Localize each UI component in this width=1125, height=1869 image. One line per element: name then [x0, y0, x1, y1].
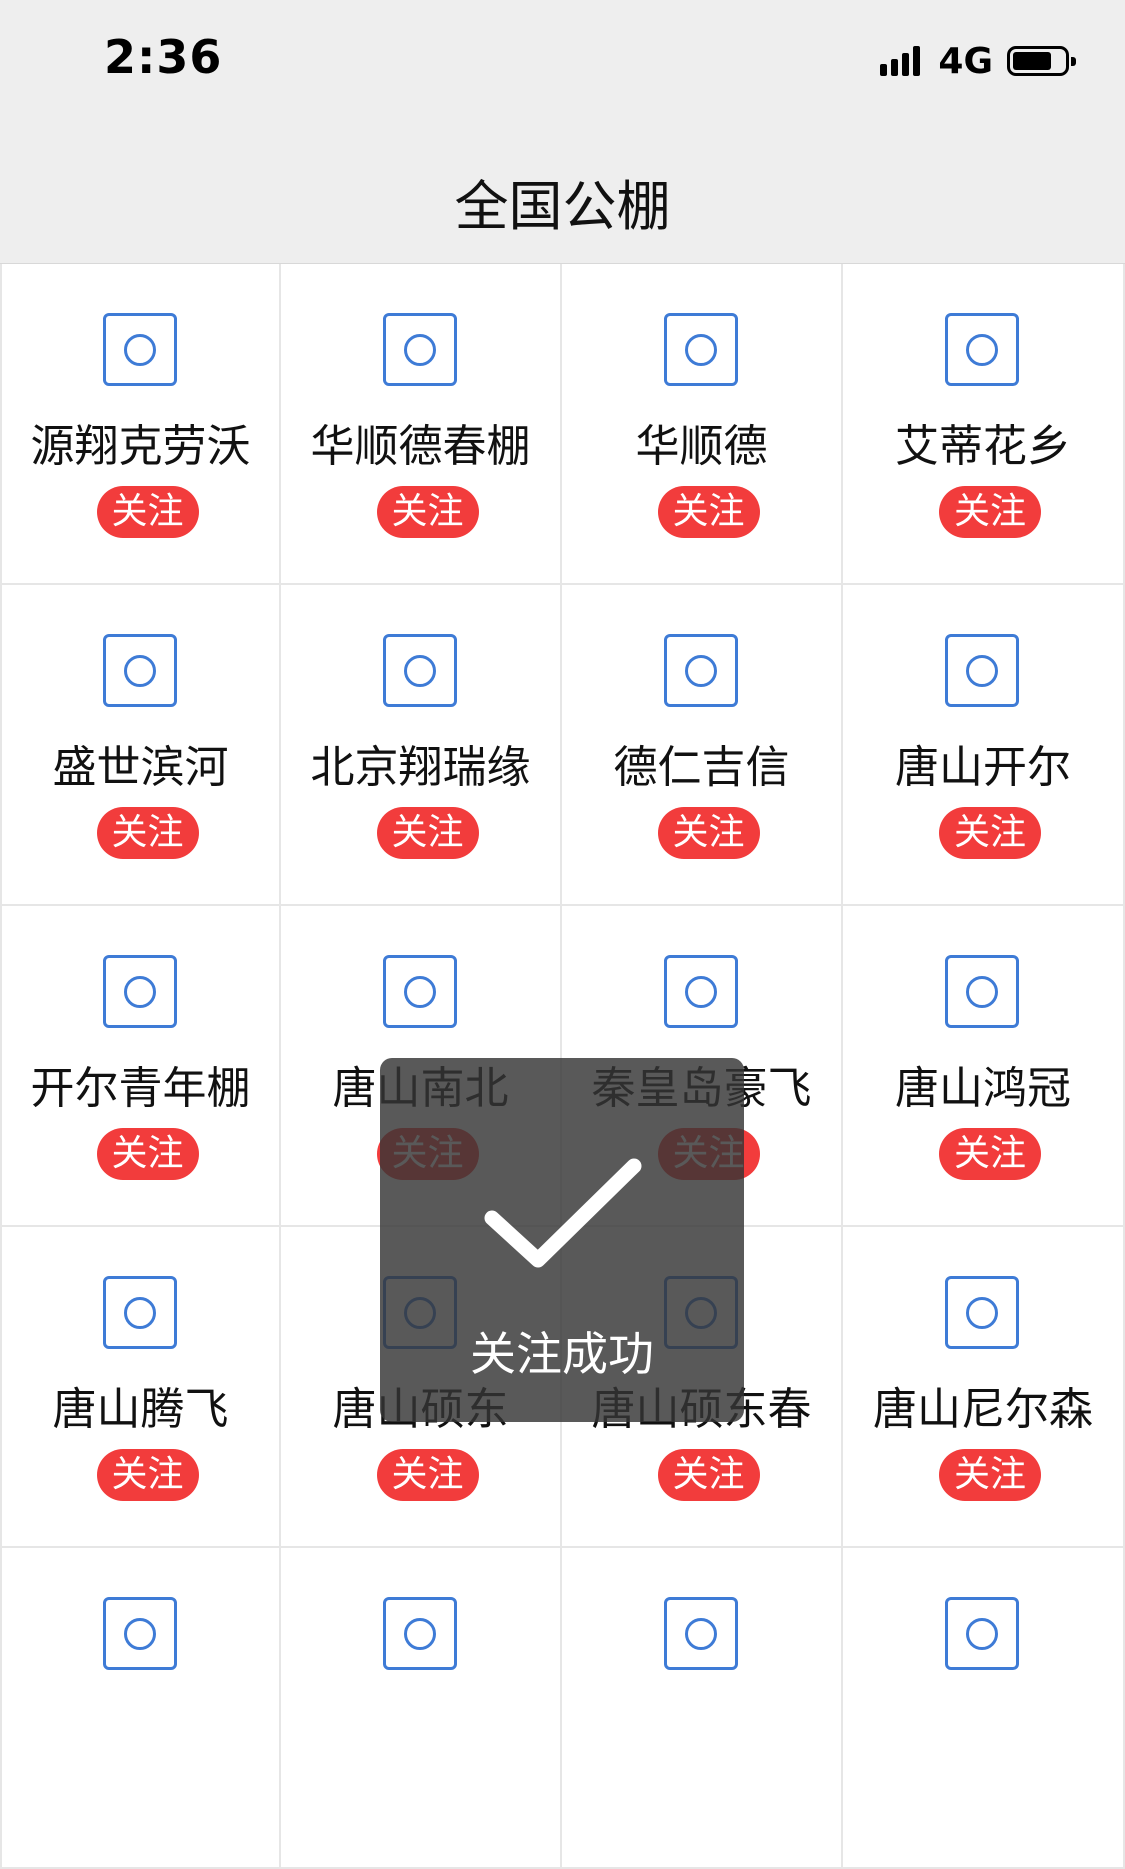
loft-icon [945, 1276, 1019, 1349]
loft-card[interactable]: 唐山尼尔森关注 [843, 1227, 1125, 1548]
loft-card[interactable]: 盛世滨河关注 [0, 585, 281, 906]
loft-card[interactable]: 唐山鸿冠关注 [843, 906, 1125, 1227]
follow-button[interactable]: 关注 [657, 486, 760, 538]
page-title: 全国公棚 [454, 175, 671, 238]
network-type: 4G [938, 40, 993, 82]
loft-icon [382, 955, 457, 1028]
follow-button[interactable]: 关注 [939, 1128, 1041, 1180]
loft-card[interactable]: 唐山腾飞关注 [0, 1227, 281, 1548]
loft-icon [102, 634, 177, 707]
battery-icon [1007, 46, 1076, 76]
loft-name: 源翔克劳沃 [30, 421, 251, 472]
loft-icon [663, 1597, 738, 1670]
battery-fill [1013, 52, 1051, 70]
loft-icon [945, 1597, 1019, 1670]
loft-name: 唐山腾飞 [52, 1384, 229, 1435]
loft-icon [945, 634, 1019, 707]
loft-icon [102, 955, 177, 1028]
follow-button[interactable]: 关注 [657, 1449, 760, 1501]
follow-button[interactable]: 关注 [96, 1128, 199, 1180]
loft-card[interactable]: 华顺德春棚关注 [281, 264, 562, 585]
loft-card[interactable]: 艾蒂花乡关注 [843, 264, 1125, 585]
loft-card[interactable] [843, 1548, 1125, 1869]
follow-button[interactable]: 关注 [96, 486, 199, 538]
loft-icon [102, 1597, 177, 1670]
loft-icon [945, 955, 1019, 1028]
loft-card[interactable]: 北京翔瑞缘关注 [281, 585, 562, 906]
loft-name: 开尔青年棚 [30, 1063, 251, 1114]
checkmark-icon [484, 1158, 642, 1268]
loft-card[interactable]: 唐山开尔关注 [843, 585, 1125, 906]
status-time: 2:36 [104, 30, 223, 84]
battery-tip [1071, 57, 1076, 66]
loft-icon [945, 313, 1019, 386]
loft-name: 唐山鸿冠 [895, 1063, 1071, 1114]
loft-name: 唐山开尔 [895, 742, 1071, 793]
loft-icon [382, 1597, 457, 1670]
loft-name: 华顺德春棚 [310, 421, 531, 472]
follow-button[interactable]: 关注 [376, 807, 479, 859]
loft-icon [102, 1276, 177, 1349]
navigation-bar: 全国公棚 [0, 120, 1125, 264]
loft-name: 盛世滨河 [52, 742, 229, 793]
loft-icon [663, 634, 738, 707]
loft-card[interactable] [281, 1548, 562, 1869]
toast-message: 关注成功 [470, 1327, 654, 1381]
loft-icon [102, 313, 177, 386]
loft-name: 北京翔瑞缘 [310, 742, 531, 793]
follow-button[interactable]: 关注 [939, 1449, 1041, 1501]
signal-strength-icon [880, 46, 924, 76]
follow-button[interactable]: 关注 [376, 486, 479, 538]
loft-card[interactable]: 源翔克劳沃关注 [0, 264, 281, 585]
loft-card[interactable]: 华顺德关注 [562, 264, 843, 585]
loft-card[interactable] [562, 1548, 843, 1869]
follow-button[interactable]: 关注 [96, 807, 199, 859]
loft-icon [382, 634, 457, 707]
follow-button[interactable]: 关注 [657, 807, 760, 859]
loft-name: 德仁吉信 [613, 742, 790, 793]
status-bar: 2:36 4G [0, 0, 1125, 120]
loft-icon [382, 313, 457, 386]
status-indicators: 4G [880, 38, 1076, 84]
loft-name: 华顺德 [635, 421, 768, 472]
follow-button[interactable]: 关注 [939, 486, 1041, 538]
loft-name: 艾蒂花乡 [895, 421, 1071, 472]
follow-button[interactable]: 关注 [96, 1449, 199, 1501]
loft-name: 唐山尼尔森 [873, 1384, 1093, 1435]
loft-card[interactable]: 德仁吉信关注 [562, 585, 843, 906]
loft-icon [663, 955, 738, 1028]
loft-card[interactable] [0, 1548, 281, 1869]
toast-overlay: 关注成功 [380, 1058, 744, 1422]
follow-button[interactable]: 关注 [376, 1449, 479, 1501]
loft-icon [663, 313, 738, 386]
loft-card[interactable]: 开尔青年棚关注 [0, 906, 281, 1227]
follow-button[interactable]: 关注 [939, 807, 1041, 859]
